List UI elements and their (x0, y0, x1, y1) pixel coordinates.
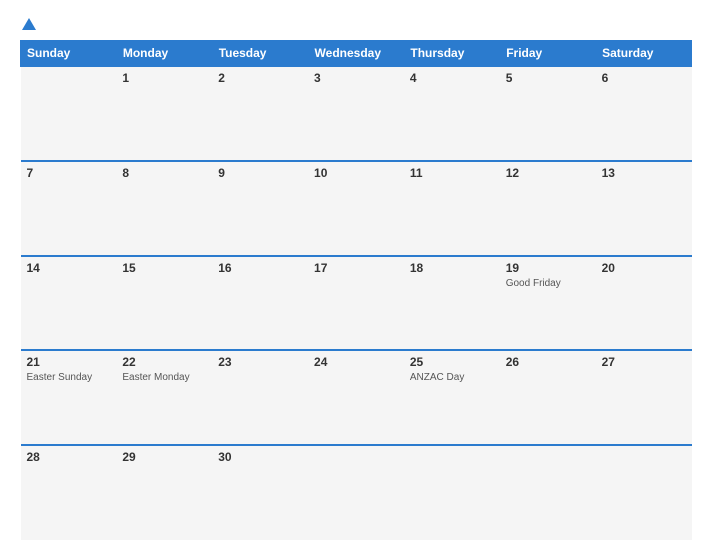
day-number: 10 (314, 166, 398, 180)
calendar-cell (308, 445, 404, 540)
day-number: 23 (218, 355, 302, 369)
day-number: 27 (602, 355, 686, 369)
day-number: 13 (602, 166, 686, 180)
calendar-cell (500, 445, 596, 540)
holiday-label: ANZAC Day (410, 371, 494, 384)
weekday-header-saturday: Saturday (596, 41, 692, 67)
day-number: 22 (122, 355, 206, 369)
weekday-header-monday: Monday (116, 41, 212, 67)
calendar-cell (404, 445, 500, 540)
calendar-cell: 16 (212, 256, 308, 351)
day-number: 18 (410, 261, 494, 275)
calendar-table: SundayMondayTuesdayWednesdayThursdayFrid… (20, 40, 692, 540)
holiday-label: Good Friday (506, 277, 590, 290)
day-number: 8 (122, 166, 206, 180)
week-row-4: 28 29 30 (21, 445, 692, 540)
day-number: 30 (218, 450, 302, 464)
week-row-1: 789 10 11 12 13 (21, 161, 692, 256)
calendar-cell: 1 (116, 66, 212, 161)
day-number: 28 (27, 450, 111, 464)
calendar-cell: 4 (404, 66, 500, 161)
calendar-cell: 27 (596, 350, 692, 445)
calendar-cell: 20 (596, 256, 692, 351)
calendar-cell (21, 66, 117, 161)
day-number: 17 (314, 261, 398, 275)
day-number: 26 (506, 355, 590, 369)
logo (20, 18, 36, 30)
calendar-cell: 29 (116, 445, 212, 540)
weekday-header-thursday: Thursday (404, 41, 500, 67)
day-number: 2 (218, 71, 302, 85)
week-row-3: 21 Easter Sunday 22 Easter Monday 23 24 25 ANZA… (21, 350, 692, 445)
day-number: 24 (314, 355, 398, 369)
day-number: 11 (410, 166, 494, 180)
calendar-cell: 6 (596, 66, 692, 161)
calendar-cell: 24 (308, 350, 404, 445)
logo-blue-row (20, 18, 36, 30)
calendar-cell: 10 (308, 161, 404, 256)
weekday-header-tuesday: Tuesday (212, 41, 308, 67)
calendar-cell: 5 (500, 66, 596, 161)
calendar-cell: 9 (212, 161, 308, 256)
day-number: 16 (218, 261, 302, 275)
calendar-cell (596, 445, 692, 540)
day-number: 5 (506, 71, 590, 85)
calendar-cell: 23 (212, 350, 308, 445)
calendar-cell: 8 (116, 161, 212, 256)
day-number: 12 (506, 166, 590, 180)
holiday-label: Easter Sunday (27, 371, 111, 384)
weekday-header-sunday: Sunday (21, 41, 117, 67)
weekday-header-row: SundayMondayTuesdayWednesdayThursdayFrid… (21, 41, 692, 67)
day-number: 14 (27, 261, 111, 275)
calendar-cell: 22 Easter Monday (116, 350, 212, 445)
day-number: 25 (410, 355, 494, 369)
calendar-cell: 28 (21, 445, 117, 540)
day-number: 4 (410, 71, 494, 85)
week-row-0: 123456 (21, 66, 692, 161)
calendar-cell: 26 (500, 350, 596, 445)
weekday-header-friday: Friday (500, 41, 596, 67)
calendar-cell: 7 (21, 161, 117, 256)
day-number: 6 (602, 71, 686, 85)
calendar-cell: 18 (404, 256, 500, 351)
calendar-cell: 13 (596, 161, 692, 256)
day-number: 9 (218, 166, 302, 180)
holiday-label: Easter Monday (122, 371, 206, 384)
day-number: 21 (27, 355, 111, 369)
calendar-cell: 12 (500, 161, 596, 256)
calendar-header (20, 18, 692, 30)
calendar-page: SundayMondayTuesdayWednesdayThursdayFrid… (0, 0, 712, 550)
day-number: 1 (122, 71, 206, 85)
calendar-cell: 30 (212, 445, 308, 540)
day-number: 20 (602, 261, 686, 275)
day-number: 3 (314, 71, 398, 85)
calendar-cell: 11 (404, 161, 500, 256)
calendar-cell: 14 (21, 256, 117, 351)
day-number: 29 (122, 450, 206, 464)
calendar-cell: 21 Easter Sunday (21, 350, 117, 445)
calendar-cell: 15 (116, 256, 212, 351)
day-number: 19 (506, 261, 590, 275)
calendar-cell: 19 Good Friday (500, 256, 596, 351)
logo-triangle-icon (22, 18, 36, 30)
calendar-cell: 17 (308, 256, 404, 351)
day-number: 15 (122, 261, 206, 275)
calendar-cell: 3 (308, 66, 404, 161)
weekday-header-wednesday: Wednesday (308, 41, 404, 67)
day-number: 7 (27, 166, 111, 180)
calendar-cell: 25 ANZAC Day (404, 350, 500, 445)
week-row-2: 14 15 16 17 18 19 Good Friday 20 (21, 256, 692, 351)
calendar-cell: 2 (212, 66, 308, 161)
